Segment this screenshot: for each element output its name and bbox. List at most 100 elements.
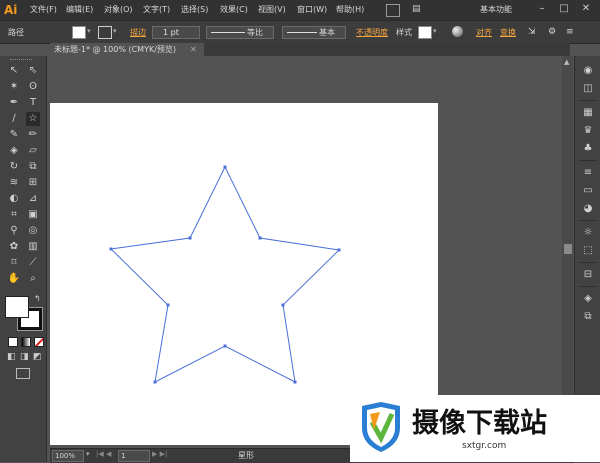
menu-window[interactable]: 窗口(W) [297, 4, 327, 15]
line-icon[interactable]: ∕ [7, 112, 21, 126]
stroke-link[interactable]: 描边 [130, 27, 146, 38]
type-icon[interactable]: T [26, 96, 40, 110]
stroke-color-swatch[interactable] [98, 26, 112, 39]
menu-effect[interactable]: 效果(C) [220, 4, 248, 15]
free-transform-icon[interactable]: ⊞ [26, 176, 40, 190]
warp-icon[interactable]: ≋ [7, 176, 21, 190]
column-graph-icon[interactable]: ▥ [26, 240, 40, 254]
pencil-icon[interactable]: ✏ [26, 128, 40, 142]
stroke-weight-field[interactable]: 1 pt [152, 26, 200, 39]
panel-separator [579, 262, 597, 263]
panel-grip[interactable] [10, 59, 32, 62]
zoom-dropdown-icon[interactable]: ▾ [86, 450, 90, 458]
mesh-icon[interactable]: ⌗ [7, 208, 21, 222]
panel-separator [579, 100, 597, 101]
maximize-icon[interactable]: □ [558, 3, 570, 15]
recolor-artwork-icon[interactable] [452, 26, 463, 37]
direct-selection-icon[interactable]: ⇖ [26, 64, 40, 78]
scroll-up-icon[interactable]: ▲ [564, 58, 569, 66]
draw-inside-icon[interactable]: ◩ [33, 352, 42, 362]
symbol-sprayer-icon[interactable]: ✿ [7, 240, 21, 254]
brush-label: 基本 [319, 28, 335, 37]
rotate-icon[interactable]: ↻ [7, 160, 21, 174]
draw-behind-icon[interactable]: ◨ [20, 352, 29, 362]
artboard[interactable] [50, 103, 438, 445]
shape-builder-icon[interactable]: ◐ [7, 192, 21, 206]
swatches-icon[interactable]: ▦ [581, 106, 595, 120]
artboard-number-field[interactable]: 1 [118, 450, 150, 462]
lasso-icon[interactable]: ʘ [26, 80, 40, 94]
artboard-icon[interactable]: ⌑ [7, 256, 21, 270]
transparency-icon[interactable]: ◕ [581, 202, 595, 216]
variable-width-profile[interactable]: 等比 [206, 26, 274, 39]
color-guide-icon[interactable]: ◫ [581, 82, 595, 96]
profile-preview [211, 32, 245, 33]
magic-wand-icon[interactable]: ✶ [7, 80, 21, 94]
layers-icon[interactable]: ◈ [581, 292, 595, 306]
next-artboard-icon[interactable]: ▶ ▶| [152, 450, 167, 458]
hand-icon[interactable]: ✋ [7, 272, 21, 286]
blend-icon[interactable]: ◎ [26, 224, 40, 238]
watermark-title: 摄像下载站 [412, 408, 547, 439]
chevron-down-icon[interactable]: ▾ [433, 28, 439, 35]
blob-brush-icon[interactable]: ◈ [7, 144, 21, 158]
transform-link[interactable]: 变换 [500, 27, 516, 38]
isolate-icon[interactable]: ⇲ [528, 27, 536, 37]
none-mode-icon[interactable] [34, 337, 44, 347]
menu-help[interactable]: 帮助(H) [336, 4, 364, 15]
brushes-icon[interactable]: ♛ [581, 124, 595, 138]
control-bar: 路径 ▾ ▾ 描边 1 pt 等比 基本 不透明度 样式 ▾ 对齐 变换 ⇲ ⚙… [0, 20, 600, 44]
screen-mode-icon[interactable] [16, 368, 30, 379]
pen-icon[interactable]: ✒ [7, 96, 21, 110]
zoom-icon[interactable]: ⌕ [26, 272, 40, 286]
menu-select[interactable]: 选择(S) [181, 4, 208, 15]
minimize-icon[interactable]: – [536, 3, 548, 15]
panel-menu-icon[interactable]: ≡ [566, 27, 574, 37]
color-mode-icon[interactable] [8, 337, 18, 347]
document-tab[interactable]: 未标题-1* @ 100% (CMYK/预览) [50, 43, 204, 56]
gradient-mode-icon[interactable] [21, 337, 31, 347]
opacity-link[interactable]: 不透明度 [356, 27, 388, 38]
close-icon[interactable]: ✕ [580, 3, 592, 15]
close-tab-icon[interactable]: ✕ [190, 43, 197, 56]
arrange-documents-icon[interactable]: ▤ [412, 4, 426, 15]
perspective-icon[interactable]: ⊿ [26, 192, 40, 206]
eraser-icon[interactable]: ▱ [26, 144, 40, 158]
selection-icon[interactable]: ↖ [7, 64, 21, 78]
appearance-icon[interactable]: ☼ [581, 226, 595, 240]
workspace-switcher[interactable]: 基本功能 [480, 4, 512, 15]
chevron-down-icon[interactable]: ▾ [113, 28, 119, 35]
scrollbar-thumb[interactable] [564, 244, 572, 254]
watermark-url: sxtgr.com [462, 441, 507, 451]
gradient-panel-icon[interactable]: ▭ [581, 184, 595, 198]
menu-edit[interactable]: 编辑(E) [66, 4, 93, 15]
menu-view[interactable]: 视图(V) [258, 4, 286, 15]
gradient-icon[interactable]: ▣ [26, 208, 40, 222]
eyedropper-icon[interactable]: ⚲ [7, 224, 21, 238]
graphic-styles-icon[interactable]: ⬚ [581, 244, 595, 258]
align-icon[interactable]: ⊟ [581, 268, 595, 282]
swap-fill-stroke-icon[interactable]: ↰ [34, 294, 41, 303]
brush-definition[interactable]: 基本 [282, 26, 346, 39]
stroke-icon[interactable]: ≡ [581, 166, 595, 180]
paintbrush-icon[interactable]: ✎ [7, 128, 21, 142]
menu-type[interactable]: 文字(T) [143, 4, 170, 15]
first-artboard-icon[interactable]: |◀ ◀ [96, 450, 111, 458]
graphic-style-swatch[interactable] [418, 26, 432, 39]
chevron-down-icon[interactable]: ▾ [87, 28, 93, 35]
menu-object[interactable]: 对象(O) [104, 4, 133, 15]
settings-icon[interactable]: ⚙ [548, 27, 556, 37]
symbols-icon[interactable]: ♣ [581, 142, 595, 156]
align-link[interactable]: 对齐 [476, 27, 492, 38]
menu-file[interactable]: 文件(F) [30, 4, 57, 15]
fill-color-swatch[interactable] [72, 26, 86, 39]
fill-color-box[interactable] [5, 296, 29, 318]
zoom-level-field[interactable]: 100% [52, 450, 84, 462]
bridge-icon[interactable] [386, 4, 400, 17]
draw-normal-icon[interactable]: ◧ [7, 352, 16, 362]
star-icon[interactable]: ☆ [26, 112, 40, 126]
artboards-icon[interactable]: ⧉ [581, 310, 595, 324]
color-icon[interactable]: ◉ [581, 64, 595, 78]
scale-icon[interactable]: ⧉ [26, 160, 40, 174]
slice-icon[interactable]: ⟋ [26, 256, 40, 270]
